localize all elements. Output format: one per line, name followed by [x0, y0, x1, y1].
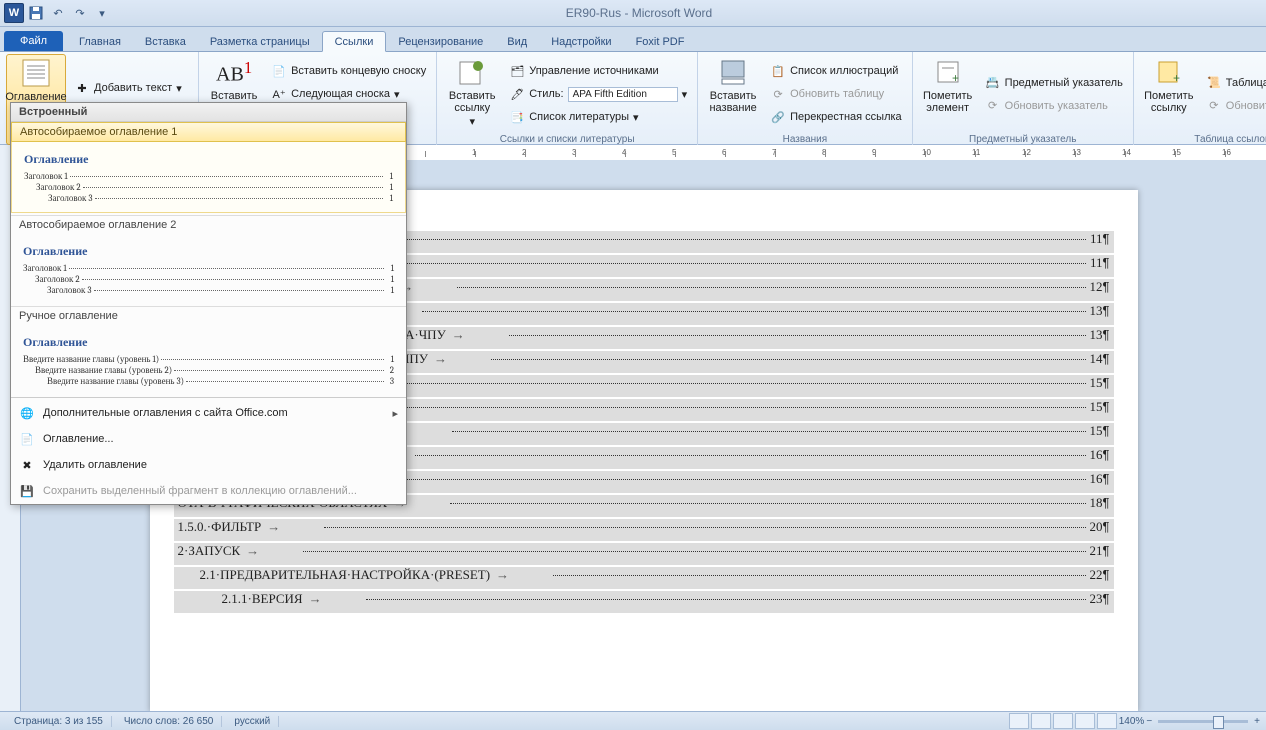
table-of-figures-button[interactable]: 📋Список иллюстраций — [766, 60, 906, 82]
status-bar: Страница: 3 из 155 Число слов: 26 650 ру… — [0, 711, 1266, 730]
gallery-item-auto1[interactable]: Автособираемое оглавление 1 — [11, 122, 406, 142]
authorities-icon: 📜 — [1206, 75, 1222, 91]
undo-icon[interactable]: ↶ — [48, 3, 68, 23]
tab-home[interactable]: Главная — [67, 32, 133, 51]
gallery-save-selection: 💾Сохранить выделенный фрагмент в коллекц… — [11, 478, 406, 504]
remove-icon: ✖ — [19, 457, 35, 473]
toc-gallery-dropdown: Встроенный Автособираемое оглавление 1 О… — [10, 102, 407, 505]
gallery-custom-toc[interactable]: 📄Оглавление... — [11, 426, 406, 452]
toc-small-icon: 📄 — [19, 431, 35, 447]
mark-entry-icon: + — [932, 56, 964, 88]
status-language[interactable]: русский — [226, 716, 279, 727]
insert-endnote-button[interactable]: 📄Вставить концевую сноску — [267, 60, 430, 82]
update-figures-button[interactable]: ⟳Обновить таблицу — [766, 83, 906, 105]
tab-addins[interactable]: Надстройки — [539, 32, 623, 51]
save-selection-icon: 💾 — [19, 483, 35, 499]
window-title: ER90-Rus - Microsoft Word — [112, 6, 1166, 20]
tab-references[interactable]: Ссылки — [322, 31, 387, 52]
gallery-preview-auto2[interactable]: Оглавление Заголовок 11 Заголовок 21 Заг… — [11, 234, 406, 304]
endnote-icon: 📄 — [271, 63, 287, 79]
office-icon: 🌐 — [19, 405, 35, 421]
redo-icon[interactable]: ↷ — [70, 3, 90, 23]
word-icon: W — [4, 3, 24, 23]
add-text-icon: ✚ — [74, 80, 90, 96]
view-print-layout-button[interactable] — [1009, 713, 1029, 729]
zoom-out-button[interactable]: − — [1146, 716, 1152, 727]
svg-text:+: + — [1173, 71, 1180, 85]
index-icon: 📇 — [985, 75, 1001, 91]
update-authorities-button[interactable]: ⟳Обновить таблицу — [1202, 95, 1266, 117]
toc-row[interactable]: 1.5.0.·ФИЛЬТР→20¶ — [174, 519, 1114, 541]
save-icon[interactable] — [26, 3, 46, 23]
manage-sources-button[interactable]: 🗂Управление источниками — [505, 60, 691, 82]
bibliography-button[interactable]: 📑Список литературы ▾ — [505, 106, 691, 128]
view-outline-button[interactable] — [1075, 713, 1095, 729]
gallery-preview-auto1[interactable]: Оглавление Заголовок 11 Заголовок 21 Заг… — [11, 142, 406, 213]
qat-dropdown-icon[interactable]: ▾ — [92, 3, 112, 23]
update-icon: ⟳ — [1206, 98, 1222, 114]
bibliography-icon: 📑 — [509, 109, 525, 125]
gallery-preview-manual[interactable]: Оглавление Введите название главы (урове… — [11, 325, 406, 395]
tab-layout[interactable]: Разметка страницы — [198, 32, 322, 51]
mark-entry-button[interactable]: + Пометить элемент — [919, 54, 977, 134]
manage-sources-icon: 🗂 — [509, 63, 525, 79]
zoom-in-button[interactable]: + — [1254, 716, 1260, 727]
gallery-header-builtin: Встроенный — [11, 103, 406, 122]
cross-reference-button[interactable]: 🔗Перекрестная ссылка — [766, 106, 906, 128]
citation-icon — [456, 56, 488, 88]
view-web-button[interactable] — [1053, 713, 1073, 729]
group-captions: Вставить название 📋Список иллюстраций ⟳О… — [698, 52, 913, 146]
chevron-right-icon: ▸ — [392, 407, 398, 420]
tab-review[interactable]: Рецензирование — [386, 32, 495, 51]
next-footnote-icon: A⁺ — [271, 86, 287, 102]
group-index: + Пометить элемент 📇Предметный указатель… — [913, 52, 1134, 146]
figures-icon: 📋 — [770, 63, 786, 79]
ribbon: Оглавление ▾ ✚Добавить текст ▾ ⟳Обновить… — [0, 52, 1266, 145]
mark-citation-icon: + — [1153, 56, 1185, 88]
toc-icon — [20, 57, 52, 89]
footnote-icon: AB1 — [218, 56, 250, 88]
svg-text:+: + — [952, 71, 959, 85]
update-icon: ⟳ — [770, 86, 786, 102]
add-text-button[interactable]: ✚Добавить текст ▾ — [70, 77, 192, 99]
toc-row[interactable]: 2.1.1·ВЕРСИЯ→23¶ — [174, 591, 1114, 613]
caption-icon — [717, 56, 749, 88]
tab-view[interactable]: Вид — [495, 32, 539, 51]
update-icon: ⟳ — [985, 98, 1001, 114]
zoom-value[interactable]: 140% — [1119, 716, 1145, 727]
gallery-more-online[interactable]: 🌐Дополнительные оглавления с сайта Offic… — [11, 400, 406, 426]
toc-row[interactable]: 2·ЗАПУСК→21¶ — [174, 543, 1114, 565]
insert-index-button[interactable]: 📇Предметный указатель — [981, 72, 1127, 94]
tab-foxit[interactable]: Foxit PDF — [624, 32, 697, 51]
group-authorities: + Пометить ссылку 📜Таблица ссылок ⟳Обнов… — [1134, 52, 1266, 146]
zoom-slider[interactable] — [1158, 720, 1248, 723]
gallery-item-auto2[interactable]: Автособираемое оглавление 2 — [11, 215, 406, 234]
style-icon: 🖊 — [509, 86, 525, 102]
crossref-icon: 🔗 — [770, 109, 786, 125]
status-page[interactable]: Страница: 3 из 155 — [6, 716, 112, 727]
view-draft-button[interactable] — [1097, 713, 1117, 729]
gallery-item-manual[interactable]: Ручное оглавление — [11, 306, 406, 325]
group-citations: Вставить ссылку▾ 🗂Управление источниками… — [437, 52, 698, 146]
ribbon-tabs: Файл Главная Вставка Разметка страницы С… — [0, 27, 1266, 52]
insert-authorities-button[interactable]: 📜Таблица ссылок — [1202, 72, 1266, 94]
tab-insert[interactable]: Вставка — [133, 32, 198, 51]
view-fullscreen-button[interactable] — [1031, 713, 1051, 729]
insert-caption-button[interactable]: Вставить название — [704, 54, 762, 134]
update-index-button[interactable]: ⟳Обновить указатель — [981, 95, 1127, 117]
toc-row[interactable]: 2.1·ПРЕДВАРИТЕЛЬНАЯ·НАСТРОЙКА·(PRESET)→2… — [174, 567, 1114, 589]
citation-style[interactable]: 🖊Стиль:APA Fifth Edition▾ — [505, 83, 691, 105]
tab-file[interactable]: Файл — [4, 31, 63, 51]
mark-citation-button[interactable]: + Пометить ссылку — [1140, 54, 1198, 134]
title-bar: W ↶ ↷ ▾ ER90-Rus - Microsoft Word — [0, 0, 1266, 27]
insert-citation-button[interactable]: Вставить ссылку▾ — [443, 54, 501, 134]
status-words[interactable]: Число слов: 26 650 — [116, 716, 223, 727]
gallery-remove-toc[interactable]: ✖Удалить оглавление — [11, 452, 406, 478]
quick-access-toolbar: W ↶ ↷ ▾ — [0, 3, 112, 23]
